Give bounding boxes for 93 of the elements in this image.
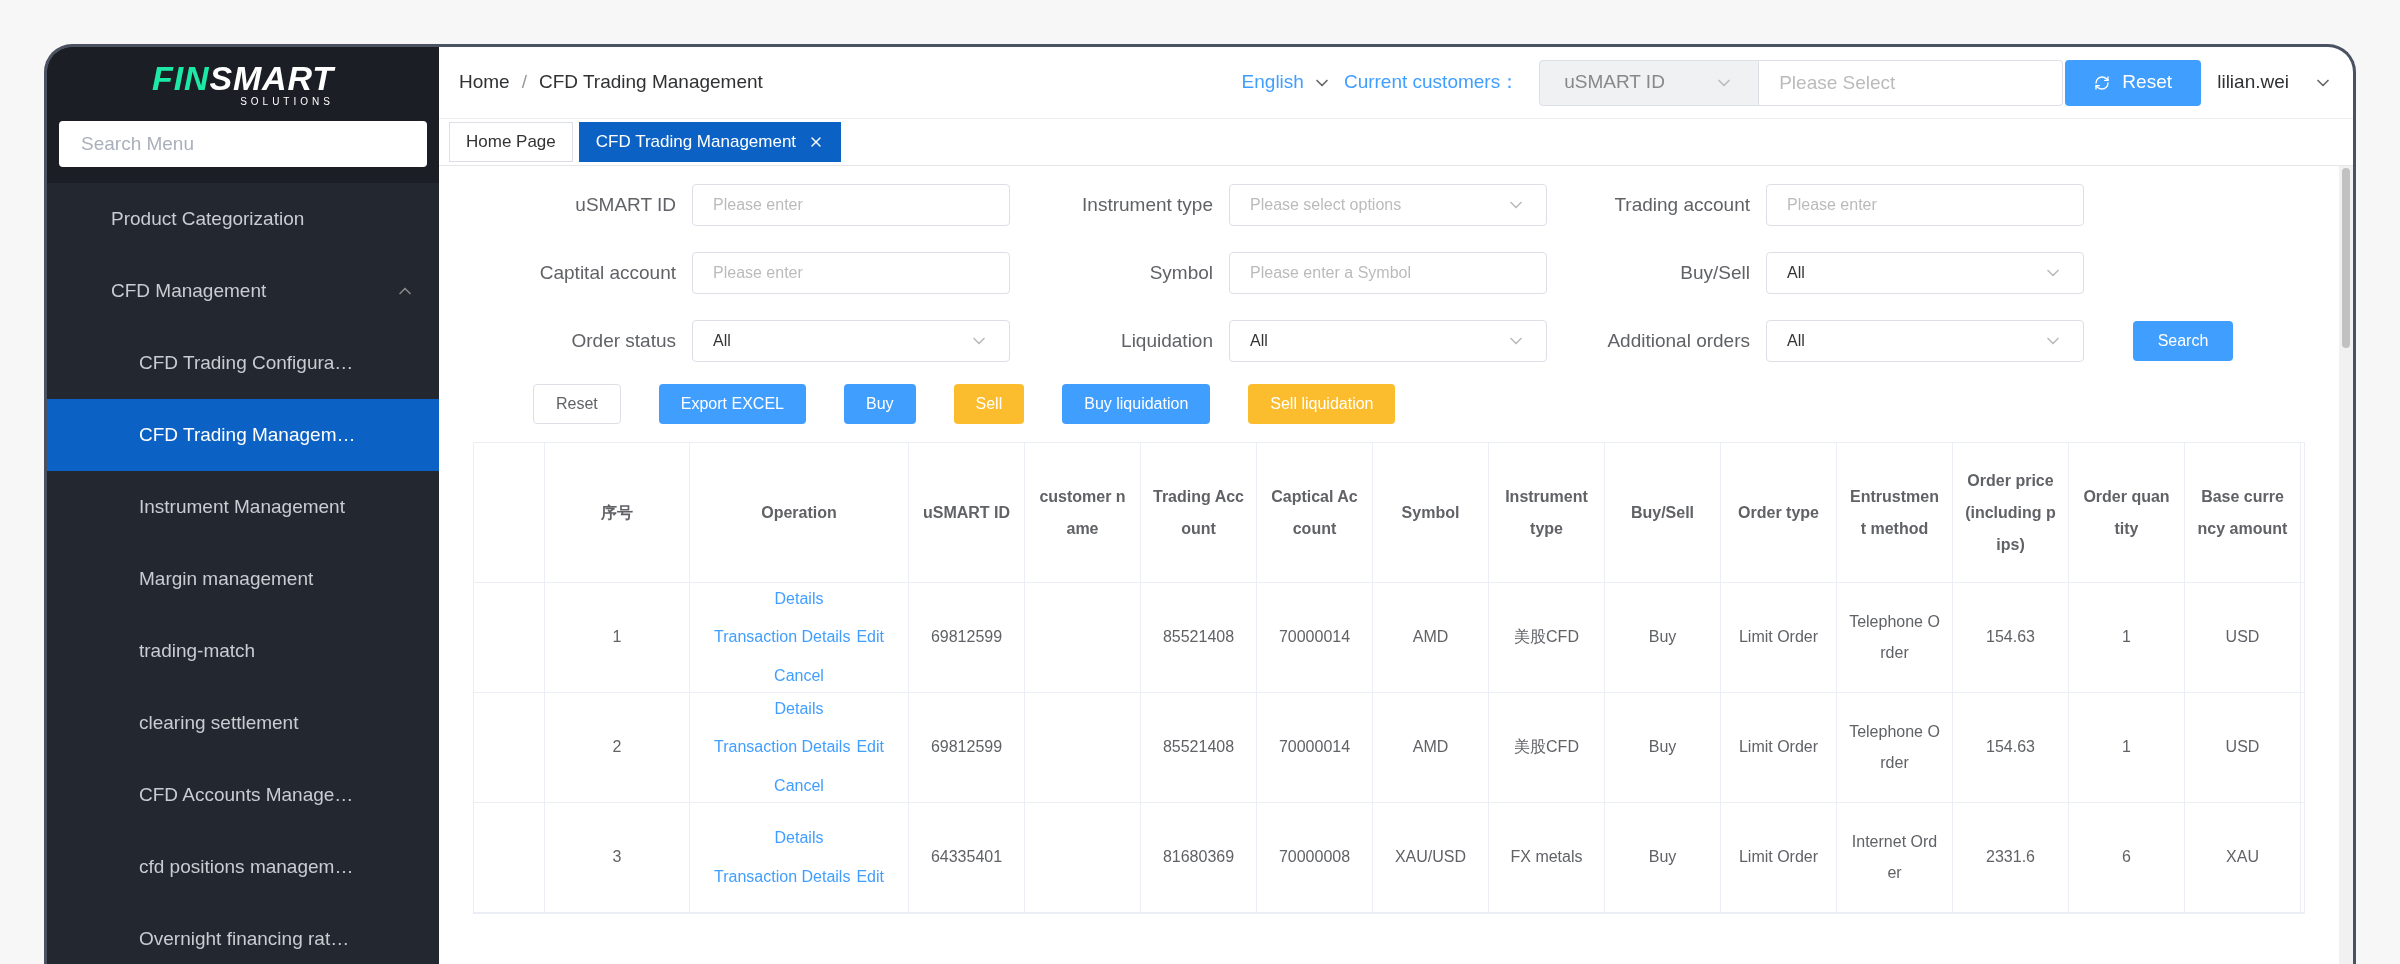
- refresh-icon: [2094, 74, 2111, 91]
- sidebar-item[interactable]: Product Categorization: [47, 183, 439, 255]
- column-header: Order price(including pips): [1953, 443, 2069, 582]
- logo-tagline: SOLUTIONS: [240, 97, 334, 107]
- table-cell-text: USD: [2225, 737, 2260, 758]
- customer-select[interactable]: Please Select: [1759, 59, 2064, 106]
- sidebar-item[interactable]: CFD Trading Managem…: [47, 399, 439, 471]
- column-header: Order type: [1721, 443, 1837, 582]
- breadcrumb-link[interactable]: Home: [459, 68, 510, 97]
- table-cell-text: Buy: [1648, 627, 1677, 648]
- column-header: 序号: [545, 443, 690, 582]
- table-cell-text: 85521408: [1162, 627, 1235, 648]
- sidebar-item[interactable]: cfd positions managem…: [47, 831, 439, 903]
- column-header: Base currency amount: [2185, 443, 2301, 582]
- input-field[interactable]: Please enter: [1766, 184, 2084, 226]
- table-cell-text: 154.63: [1986, 627, 2035, 648]
- input-field[interactable]: Please enter: [692, 252, 1010, 294]
- user-menu[interactable]: lilian.wei: [2217, 68, 2333, 97]
- table-cell-text: AMD: [1412, 737, 1449, 758]
- breadcrumb-separator: /: [521, 70, 527, 95]
- table-cell-text: Buy: [1648, 847, 1677, 868]
- filter-label: uSMART ID: [575, 192, 676, 217]
- filter-label: Symbol: [1149, 260, 1213, 285]
- sidebar-item[interactable]: Margin management: [47, 543, 439, 615]
- table-cell-text: AMD: [1412, 627, 1449, 648]
- sidebar-item[interactable]: clearing settlement: [47, 687, 439, 759]
- table-cell-text: 154.63: [1986, 737, 2035, 758]
- table-cell-text: Limit Order: [1738, 737, 1819, 758]
- select-field[interactable]: All: [1766, 320, 2084, 362]
- filter-label: Liquidation: [1121, 328, 1213, 353]
- table-cell-text: Internet Order: [1850, 832, 1939, 883]
- column-header: customer name: [1025, 443, 1141, 582]
- table-cell-text: 1: [612, 627, 622, 648]
- filter-label: Buy/Sell: [1680, 260, 1750, 285]
- table-cell-text: 69812599: [930, 737, 1003, 758]
- filter-label: Order status: [571, 328, 676, 353]
- logo-text: FIN: [152, 61, 210, 95]
- column-header: Operation: [690, 443, 909, 582]
- page-tab[interactable]: Home Page: [449, 122, 573, 162]
- column-header: Entrustment method: [1837, 443, 1953, 582]
- table-cell-text: 2331.6: [1986, 847, 2035, 868]
- select-field[interactable]: All: [1229, 320, 1547, 362]
- input-field[interactable]: Please enter a Symbol: [1229, 252, 1547, 294]
- table-cell-text: 70000014: [1278, 737, 1351, 758]
- column-header: Instrument type: [1489, 443, 1605, 582]
- table-cell-text: 70000014: [1278, 627, 1351, 648]
- select-field[interactable]: All: [1766, 252, 2084, 294]
- table-cell-text: 3: [612, 847, 622, 868]
- filter-label: Trading account: [1614, 192, 1750, 217]
- table-cell-text: 69812599: [930, 627, 1003, 648]
- table-cell-text: Telephone Order: [1849, 722, 1940, 773]
- table-cell-text: USD: [2225, 627, 2260, 648]
- table-cell-text: 70000008: [1278, 847, 1351, 868]
- action-button[interactable]: Reset: [533, 384, 621, 424]
- sidebar-item[interactable]: Instrument Management: [47, 471, 439, 543]
- logo-text: SMART: [209, 61, 334, 95]
- table-cell-text: Buy: [1648, 737, 1677, 758]
- sidebar-item[interactable]: CFD Trading Configura…: [47, 327, 439, 399]
- table-cell-text: 2: [612, 737, 622, 758]
- column-header: uSMART ID: [909, 443, 1025, 582]
- table-cell-text: 美股CFD: [1514, 627, 1579, 648]
- customer-label: Current customers：: [1343, 70, 1520, 95]
- table-cell-text: FX metals: [1510, 847, 1583, 868]
- table-cell-text: XAU: [2226, 847, 2259, 868]
- table-cell-text: 1: [2122, 627, 2131, 648]
- table-cell-text: XAU/USD: [1394, 847, 1467, 868]
- sidebar-item[interactable]: trading-match: [47, 615, 439, 687]
- breadcrumb-link[interactable]: CFD Trading Management: [538, 68, 763, 97]
- table-cell-text: 85521408: [1162, 737, 1235, 758]
- table-cell-text: Limit Order: [1738, 847, 1819, 868]
- column-header: Trading Account: [1141, 443, 1257, 582]
- input-field[interactable]: Please enter: [692, 184, 1010, 226]
- table-cell-text: 6: [2122, 847, 2131, 868]
- table-cell-text: Limit Order: [1738, 627, 1819, 648]
- table-cell-text: Telephone Order: [1849, 612, 1940, 663]
- page-tab[interactable]: CFD Trading Management: [578, 122, 842, 162]
- column-header: Symbol: [1373, 443, 1489, 582]
- sidebar-item[interactable]: CFD Management: [47, 255, 439, 327]
- scrollbar-thumb[interactable]: [2342, 168, 2350, 348]
- column-header: Order quantity: [2069, 443, 2185, 582]
- search-field[interactable]: Search Menu: [59, 121, 427, 167]
- filter-label: Instrument type: [1082, 192, 1213, 217]
- sidebar-item[interactable]: Overnight financing rat…: [47, 903, 439, 964]
- column-header: Captical Account: [1257, 443, 1373, 582]
- table-cell-text: 1: [2122, 737, 2131, 758]
- table-cell-text: 64335401: [930, 847, 1003, 868]
- select-field[interactable]: All: [692, 320, 1010, 362]
- table-cell-text: 81680369: [1162, 847, 1235, 868]
- filter-label: Additional orders: [1607, 328, 1750, 353]
- table-cell-text: 美股CFD: [1514, 737, 1579, 758]
- sidebar-item[interactable]: CFD Accounts Manage…: [47, 759, 439, 831]
- column-header: Buy/Sell: [1605, 443, 1721, 582]
- filter-label: Captital account: [539, 260, 676, 285]
